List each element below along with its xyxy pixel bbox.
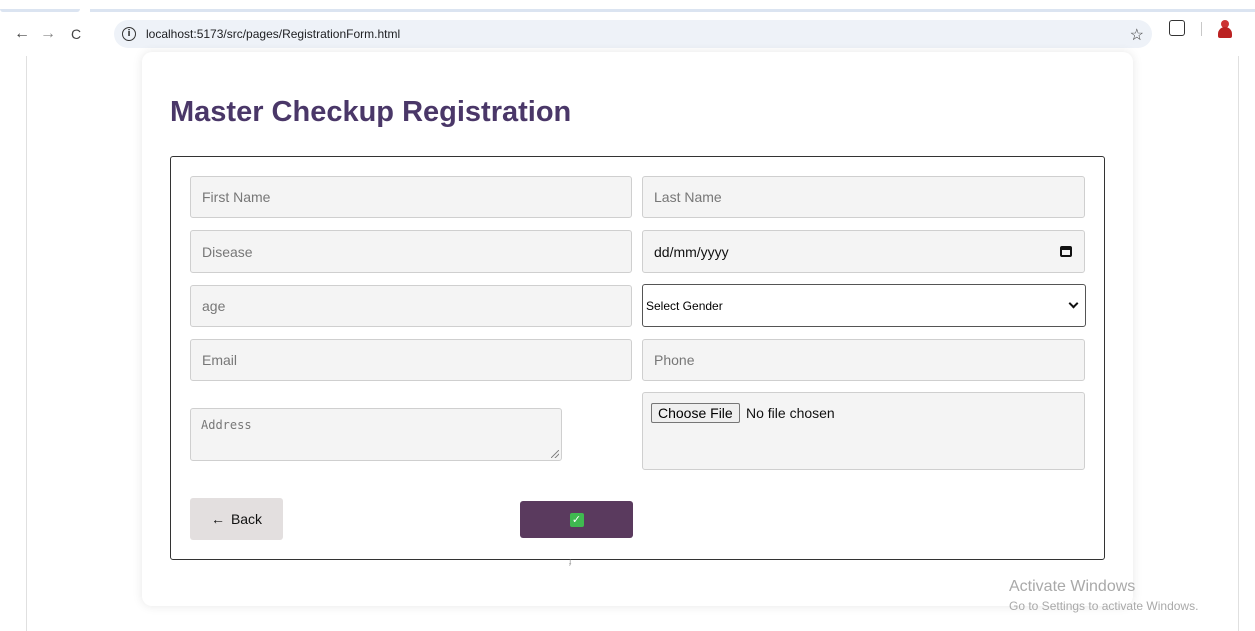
- gender-select-value: Select Gender: [646, 298, 723, 313]
- date-input[interactable]: dd/mm/yyyy: [642, 230, 1085, 273]
- back-arrow-icon[interactable]: ←: [10, 22, 34, 46]
- chevron-down-icon: [1068, 298, 1079, 309]
- gender-select[interactable]: Select Gender: [642, 284, 1086, 327]
- profile-icon-body: [1218, 27, 1232, 38]
- watermark-title: Activate Windows: [1009, 578, 1136, 595]
- first-name-input[interactable]: First Name: [190, 176, 632, 218]
- watermark-subtitle: Go to Settings to activate Windows.: [1009, 599, 1199, 613]
- profile-icon[interactable]: [1217, 20, 1233, 38]
- browser-toolbar: ← → C i localhost:5173/src/pages/Registr…: [0, 12, 1255, 56]
- address-textarea[interactable]: Address: [190, 408, 562, 461]
- submit-button[interactable]: ✓: [520, 501, 633, 538]
- registration-form: First Name Last Name Disease dd/mm/yyyy …: [170, 156, 1105, 566]
- registration-card: Master Checkup Registration First Name L…: [142, 52, 1133, 606]
- address-bar-url[interactable]: localhost:5173/src/pages/RegistrationFor…: [146, 27, 400, 41]
- page-viewport: Master Checkup Registration First Name L…: [0, 52, 1255, 631]
- tab-strip: [0, 0, 1255, 12]
- last-name-input[interactable]: Last Name: [642, 176, 1085, 218]
- disease-input[interactable]: Disease: [190, 230, 632, 273]
- address-placeholder: Address: [201, 418, 252, 432]
- forward-arrow-icon[interactable]: →: [36, 22, 60, 46]
- back-button[interactable]: ← Back: [190, 498, 283, 540]
- back-arrow-glyph-icon: ←: [210, 511, 225, 527]
- checkmark-icon: ✓: [569, 512, 584, 527]
- site-info-icon[interactable]: i: [122, 27, 136, 41]
- page-title: Master Checkup Registration: [170, 96, 572, 128]
- age-input[interactable]: age: [190, 285, 632, 327]
- page-edge-left: [26, 56, 27, 631]
- calendar-icon[interactable]: [1060, 246, 1072, 257]
- page-edge-right: [1238, 56, 1239, 631]
- back-button-label: Back: [230, 511, 263, 527]
- toolbar-divider: [1201, 22, 1202, 36]
- file-status-text: No file chosen: [746, 405, 835, 421]
- phone-input[interactable]: Phone: [642, 339, 1085, 381]
- stray-mark: ɟ: [569, 557, 572, 566]
- email-input[interactable]: Email: [190, 339, 632, 381]
- choose-file-button[interactable]: Choose File: [651, 403, 740, 423]
- date-input-value: dd/mm/yyyy: [654, 243, 729, 260]
- extensions-icon[interactable]: [1169, 20, 1185, 36]
- resize-grip-icon[interactable]: [551, 450, 559, 458]
- file-upload-area[interactable]: Choose File No file chosen: [642, 392, 1085, 470]
- bookmark-star-icon[interactable]: ☆: [1130, 25, 1144, 45]
- reload-icon[interactable]: C: [64, 22, 88, 46]
- activate-windows-watermark: Activate Windows Go to Settings to activ…: [1009, 578, 1198, 613]
- address-bar[interactable]: i localhost:5173/src/pages/RegistrationF…: [114, 20, 1152, 48]
